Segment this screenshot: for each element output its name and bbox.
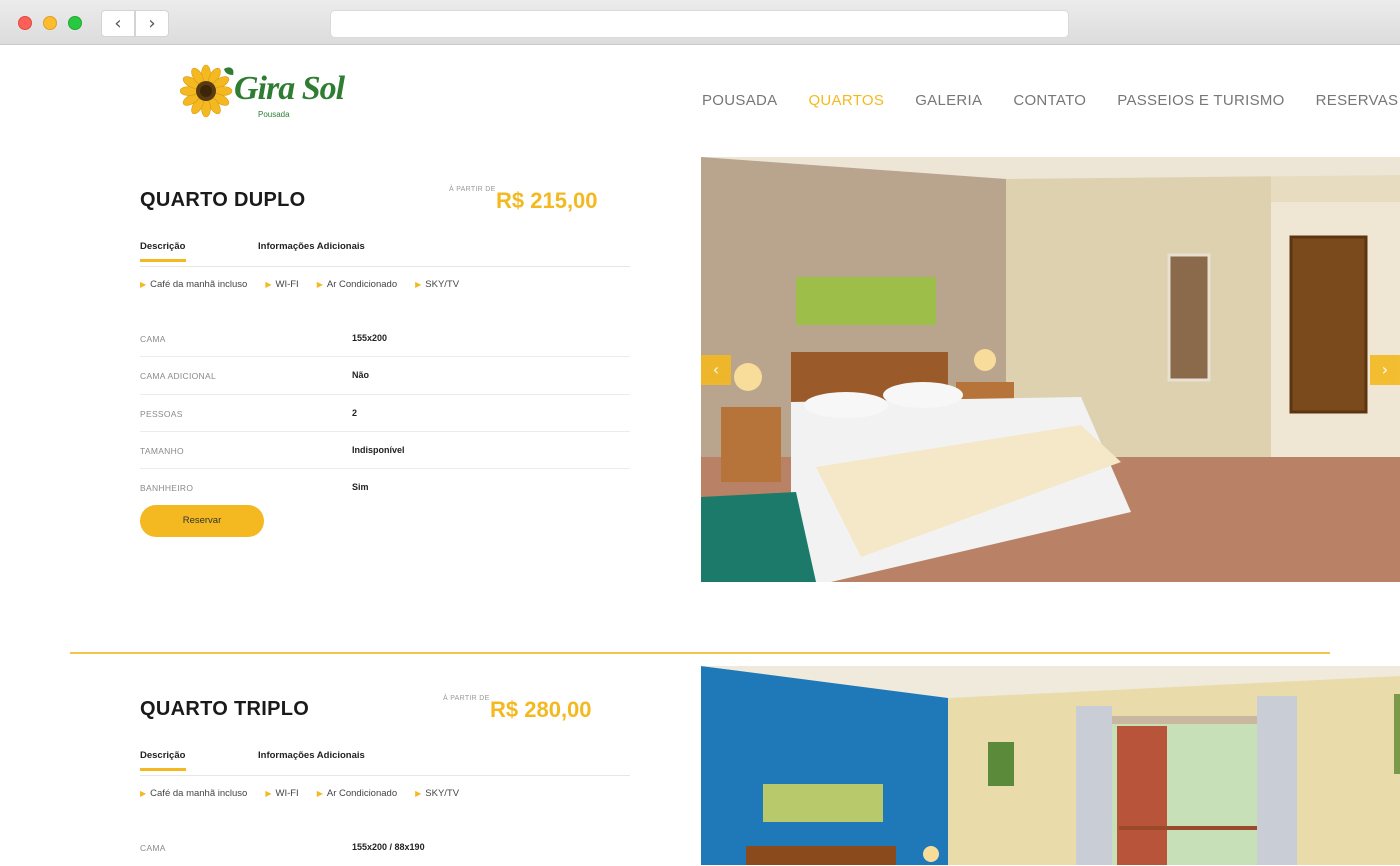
triangle-right-icon: ▶: [140, 789, 147, 798]
room-price: R$ 280,00: [490, 697, 592, 722]
chevron-left-icon: ‹: [712, 360, 720, 379]
feature-item: ▶ SKY/TV: [415, 279, 459, 290]
sunflower-icon: [180, 64, 234, 118]
room-tabs: Descrição Informações Adicionais: [140, 241, 630, 267]
feature-label: Café da manhã incluso: [150, 279, 248, 290]
feature-item: ▶ Ar Condicionado: [317, 788, 397, 799]
logo-subtitle: Pousada: [258, 110, 290, 119]
tab-informacoes-adicionais[interactable]: Informações Adicionais: [258, 750, 365, 761]
spec-value: Não: [352, 370, 370, 381]
spec-label: CAMA: [140, 334, 166, 344]
maximize-window-button[interactable]: [68, 16, 82, 30]
logo-wordmark: Gira Sol: [234, 70, 345, 107]
nav-contato[interactable]: CONTATO: [1013, 92, 1086, 109]
spec-row: TAMANHO Indisponível: [140, 432, 630, 470]
chevron-right-icon: ›: [1381, 360, 1389, 379]
room-photo: [701, 666, 1400, 865]
triangle-right-icon: ▶: [415, 280, 422, 289]
spec-row: BANHHEIRO Sim: [140, 469, 630, 506]
feature-list: ▶ Café da manhã incluso ▶ WI-FI ▶ Ar Condic…: [140, 788, 477, 799]
room-title: QUARTO DUPLO: [140, 189, 306, 211]
spec-label: CAMA: [140, 843, 166, 853]
spec-label: PESSOAS: [140, 408, 183, 419]
room-price: R$ 215,00: [496, 188, 598, 213]
minimize-window-button[interactable]: [43, 16, 57, 30]
triangle-right-icon: ▶: [415, 789, 422, 798]
feature-item: ▶ Ar Condicionado: [317, 279, 397, 290]
spec-row: CAMA ADICIONAL Não: [140, 357, 630, 395]
section-divider: [70, 652, 1330, 654]
spec-row: CAMA 155x200 / 88x190: [140, 829, 630, 866]
tab-descricao[interactable]: Descrição: [140, 750, 187, 771]
spec-row: PESSOAS 2: [140, 395, 630, 432]
feature-label: WI-FI: [275, 279, 299, 290]
spec-table: CAMA 155x200 / 88x190: [140, 829, 630, 866]
browser-chrome: ‹ ›: [0, 0, 1400, 45]
feature-item: ▶ WI-FI: [265, 279, 298, 290]
nav-passeios-e-turismo[interactable]: PASSEIOS E TURISMO: [1117, 92, 1284, 109]
feature-list: ▶ Café da manhã incluso ▶ WI-FI ▶ Ar Condic…: [140, 279, 477, 290]
feature-label: WI-FI: [275, 788, 299, 799]
nav-galeria[interactable]: GALERIA: [915, 92, 982, 109]
feature-item: ▶ SKY/TV: [415, 788, 459, 799]
back-button[interactable]: ‹: [101, 10, 135, 37]
chevron-right-icon: ›: [148, 13, 156, 34]
spec-value: Sim: [352, 482, 369, 493]
triangle-right-icon: ▶: [316, 789, 323, 798]
triangle-right-icon: ▶: [265, 280, 272, 289]
spec-value: Indisponível: [352, 444, 405, 455]
triangle-right-icon: ▶: [140, 280, 147, 289]
site-logo[interactable]: Gira Sol Pousada: [178, 60, 345, 126]
spec-value: 155x200 / 88x190: [352, 842, 425, 852]
spec-label: TAMANHO: [140, 445, 184, 456]
feature-item: ▶ WI-FI: [265, 788, 298, 799]
spec-value: 2: [352, 407, 358, 418]
price-from-label: À PARTIR DE: [449, 186, 496, 193]
feature-label: SKY/TV: [425, 279, 460, 290]
room-photo-slider[interactable]: [701, 666, 1400, 865]
feature-label: Ar Condicionado: [326, 788, 398, 799]
room-tabs: Descrição Informações Adicionais: [140, 750, 630, 776]
triangle-right-icon: ▶: [316, 280, 323, 289]
main-nav: POUSADA QUARTOS GALERIA CONTATO PASSEIOS…: [702, 92, 1398, 109]
nav-reservas[interactable]: RESERVAS: [1316, 92, 1399, 109]
tab-informacoes-adicionais[interactable]: Informações Adicionais: [258, 241, 365, 252]
nav-quartos[interactable]: QUARTOS: [808, 92, 884, 109]
feature-item: ▶ Café da manhã incluso: [140, 279, 247, 290]
spec-value: 155x200: [352, 333, 388, 343]
spec-table: CAMA 155x200 CAMA ADICIONAL Não PESSOAS 2 T…: [140, 320, 630, 506]
spec-row: CAMA 155x200: [140, 320, 630, 358]
nav-pousada[interactable]: POUSADA: [702, 92, 777, 109]
feature-label: Café da manhã incluso: [150, 788, 248, 799]
room-title: QUARTO TRIPLO: [140, 698, 310, 720]
room-photo: [701, 157, 1400, 582]
slide-prev-button[interactable]: ‹: [701, 355, 731, 385]
feature-item: ▶ Café da manhã incluso: [140, 788, 247, 799]
spec-label: CAMA ADICIONAL: [140, 371, 216, 382]
feature-label: Ar Condicionado: [326, 279, 398, 290]
reserve-button[interactable]: Reservar: [140, 505, 264, 537]
chevron-left-icon: ‹: [114, 13, 122, 34]
price-from-label: À PARTIR DE: [443, 695, 490, 702]
triangle-right-icon: ▶: [265, 789, 272, 798]
close-window-button[interactable]: [18, 16, 32, 30]
spec-label: BANHHEIRO: [140, 483, 194, 494]
slide-next-button[interactable]: ›: [1370, 355, 1400, 385]
feature-label: SKY/TV: [425, 788, 460, 799]
room-photo-slider[interactable]: ‹ ›: [701, 157, 1400, 582]
tab-descricao[interactable]: Descrição: [140, 241, 187, 262]
forward-button[interactable]: ›: [135, 10, 169, 37]
address-bar[interactable]: [330, 10, 1069, 38]
